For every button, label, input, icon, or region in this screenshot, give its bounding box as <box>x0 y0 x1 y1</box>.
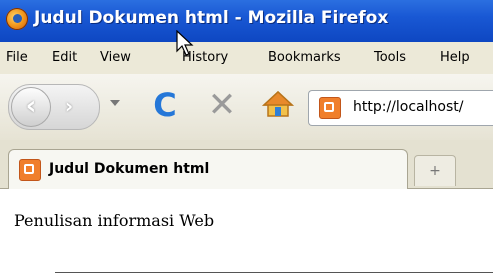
window-title: Judul Dokumen html - Mozilla Firefox <box>34 8 389 28</box>
reload-icon[interactable]: C <box>148 88 182 122</box>
home-icon[interactable] <box>262 88 294 120</box>
navigation-toolbar: ‹ › C ✕ http://localhost/ <box>0 74 493 141</box>
menu-bookmarks[interactable]: Bookmarks <box>268 50 341 65</box>
menu-help-label: Help <box>440 50 470 65</box>
url-text: http://localhost/ <box>353 99 464 115</box>
menu-file-label: File <box>6 50 28 65</box>
menu-file[interactable]: File <box>6 50 28 65</box>
menu-edit-label: Edit <box>52 50 78 65</box>
tab-favicon-icon <box>19 159 41 181</box>
forward-arrow-icon: › <box>64 94 74 118</box>
back-arrow-icon: ‹ <box>25 91 37 121</box>
firefox-icon <box>6 8 28 30</box>
tab-active[interactable]: Judul Dokumen html <box>8 149 408 190</box>
site-favicon-icon <box>319 97 341 119</box>
menu-edit[interactable]: Edit <box>52 50 77 65</box>
plus-icon: + <box>429 163 441 179</box>
menu-tools[interactable]: Tools <box>374 50 406 65</box>
horizontal-rule <box>55 272 493 273</box>
new-tab-button[interactable]: + <box>414 155 456 186</box>
home-icon-svg <box>262 90 294 117</box>
menu-tools-label: Tools <box>374 50 407 65</box>
menu-view-label: View <box>100 50 131 65</box>
back-forward-group: ‹ › <box>8 84 100 130</box>
menu-view[interactable]: View <box>100 50 131 65</box>
history-dropdown-icon[interactable] <box>110 100 120 106</box>
url-bar[interactable]: http://localhost/ <box>308 90 493 126</box>
tab-title: Judul Dokumen html <box>49 161 210 177</box>
page-content: Penulisan informasi Web <box>0 189 493 275</box>
menu-bar: File Edit View History Bookmarks Tools H… <box>0 42 493 75</box>
mouse-cursor-icon <box>176 30 194 56</box>
tab-strip: Judul Dokumen html + <box>0 140 493 190</box>
page-paragraph: Penulisan informasi Web <box>14 211 215 230</box>
menu-bookmarks-label: Bookmarks <box>268 50 341 65</box>
forward-button[interactable]: › <box>55 93 83 121</box>
menu-help[interactable]: Help <box>440 50 470 65</box>
window-titlebar: Judul Dokumen html - Mozilla Firefox <box>0 0 493 42</box>
stop-icon[interactable]: ✕ <box>205 88 239 122</box>
back-button[interactable]: ‹ <box>11 87 51 127</box>
